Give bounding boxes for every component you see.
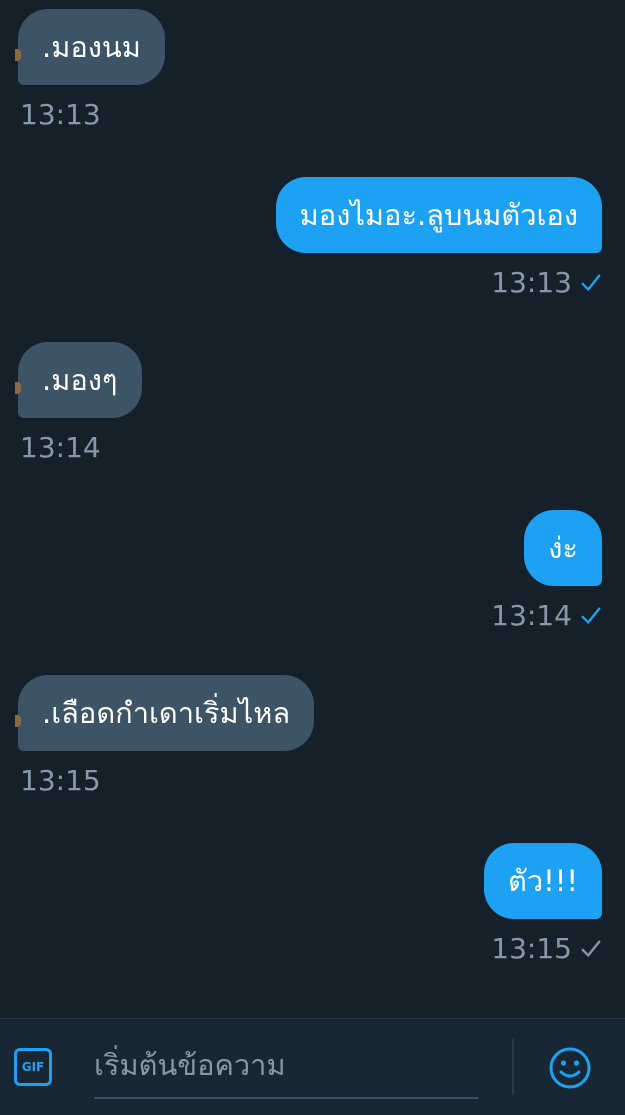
message-incoming: .เลือดกำเดาเริ่มไหล 13:15 — [15, 675, 315, 799]
check-icon — [581, 607, 601, 624]
message-bubble[interactable]: .มองนม — [18, 9, 165, 85]
message-meta: 13:13 — [276, 265, 602, 301]
message-meta: 13:15 — [18, 763, 314, 799]
message-bubble[interactable]: ตัว!!! — [484, 843, 602, 919]
message-meta: 13:14 — [491, 598, 602, 634]
check-icon — [581, 940, 601, 957]
message-meta: 13:13 — [18, 97, 165, 133]
message-bubble[interactable]: .มองๆ — [18, 342, 142, 418]
message-input[interactable] — [94, 1033, 478, 1099]
avatar[interactable] — [15, 382, 21, 394]
message-time: 13:14 — [491, 599, 572, 632]
message-time: 13:14 — [20, 431, 101, 464]
message-outgoing: ง่ะ 13:14 — [491, 510, 602, 634]
message-time: 13:15 — [20, 764, 101, 797]
avatar[interactable] — [15, 715, 21, 727]
message-time: 13:15 — [491, 932, 572, 965]
message-bubble[interactable]: ง่ะ — [524, 510, 602, 586]
message-bubble[interactable]: .เลือดกำเดาเริ่มไหล — [18, 675, 315, 751]
message-bubble[interactable]: มองไมอะ.ลูบนมตัวเอง — [275, 177, 602, 253]
message-composer: GIF — [0, 1018, 625, 1115]
message-outgoing: มองไมอะ.ลูบนมตัวเอง 13:13 — [275, 177, 602, 301]
smiley-icon[interactable] — [548, 1046, 592, 1090]
message-meta: 13:15 — [484, 931, 602, 967]
composer-divider — [512, 1039, 514, 1095]
message-incoming: .มองๆ 13:14 — [15, 342, 142, 466]
message-time: 13:13 — [491, 266, 572, 299]
message-meta: 13:14 — [18, 430, 142, 466]
avatar[interactable] — [15, 49, 21, 61]
message-incoming: .มองนม 13:13 — [15, 9, 165, 133]
message-thread[interactable]: .มองนม 13:13 มองไมอะ.ลูบนมตัวเอง 13:13 .… — [0, 0, 625, 1018]
message-outgoing: ตัว!!! 13:15 — [484, 843, 602, 967]
message-time: 13:13 — [20, 98, 101, 131]
check-icon — [581, 274, 601, 291]
gif-button[interactable]: GIF — [14, 1048, 52, 1086]
